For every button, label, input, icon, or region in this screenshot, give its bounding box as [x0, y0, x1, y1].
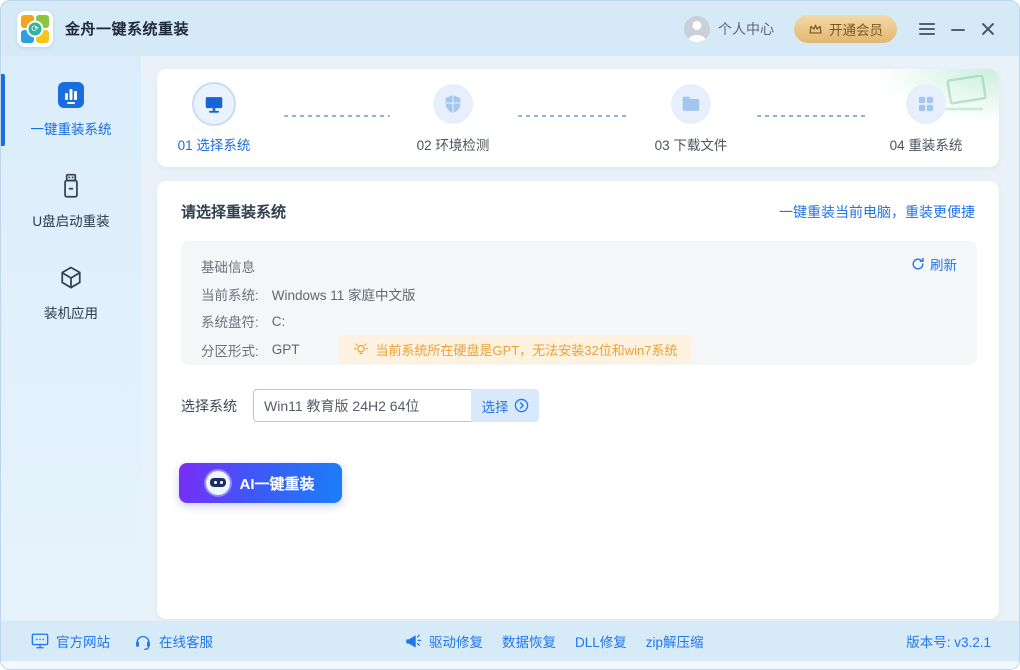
circle-arrow-icon	[514, 398, 528, 413]
logo-refresh-icon: ⟳	[26, 20, 44, 37]
ai-button-label: AI一键重装	[239, 475, 315, 493]
info-value: Windows 11 家庭中文版	[271, 288, 416, 303]
step-number: 04	[889, 138, 905, 153]
info-value: GPT	[271, 342, 300, 357]
footer-link-label: DLL修复	[575, 635, 627, 650]
step-number: 01	[177, 138, 193, 153]
step-env-check[interactable]: 02 环境检测	[393, 84, 513, 154]
footer-link-label: 在线客服	[159, 635, 213, 650]
step-connector	[757, 115, 867, 117]
warning-text: 当前系统所在硬盘是GPT，无法安装32位和win7系统	[375, 343, 678, 358]
select-button-label: 选择	[481, 399, 509, 415]
user-center-button[interactable]: 个人中心	[684, 15, 774, 42]
info-value: C:	[271, 313, 286, 329]
select-system-row: 选择系统 选择	[181, 389, 539, 422]
driver-repair-link[interactable]: 驱动修复	[404, 631, 483, 651]
dll-repair-link[interactable]: DLL修复	[575, 631, 627, 651]
system-select-panel: 请选择重装系统 一键重装当前电脑，重装更便捷 基础信息 刷新 当前系统: Win…	[157, 181, 999, 619]
step-download[interactable]: 03 下载文件	[631, 84, 751, 154]
select-button[interactable]: 选择	[471, 389, 539, 422]
sidebar-item-apps[interactable]: 装机应用	[1, 264, 141, 322]
official-site-link[interactable]: 官方网站	[31, 631, 110, 651]
close-icon[interactable]	[981, 22, 995, 36]
window-bottom-strip	[1, 661, 1019, 669]
refresh-icon	[912, 257, 924, 270]
refresh-button[interactable]: 刷新	[911, 254, 957, 274]
step-label: 下载文件	[673, 138, 728, 153]
step-connector	[518, 115, 628, 117]
vip-button[interactable]: 开通会员	[794, 14, 897, 43]
titlebar-right: 个人中心 开通会员	[684, 14, 995, 43]
titlebar: ⟳ 金舟一键系统重装 个人中心 开通会员	[1, 1, 1019, 56]
lamp-icon	[353, 343, 368, 354]
step-number: 03	[654, 138, 670, 153]
online-service-link[interactable]: 在线客服	[134, 631, 213, 651]
sidebar-item-usb-reinstall[interactable]: U盘启动重装	[1, 172, 141, 230]
sidebar: 一键重装系统 U盘启动重装 装机应用	[1, 56, 141, 621]
app-title: 金舟一键系统重装	[65, 21, 190, 38]
footer: 官方网站 在线客服 驱动修复 数据恢复 DLL修复 zip解压缩 版本号: v3…	[1, 621, 1019, 661]
zip-unzip-link[interactable]: zip解压缩	[646, 631, 704, 651]
footer-tool-links: 驱动修复 数据恢复 DLL修复 zip解压缩	[404, 621, 704, 661]
footer-left-links: 官方网站 在线客服	[31, 621, 213, 661]
user-center-label: 个人中心	[718, 20, 774, 37]
step-number: 02	[416, 138, 432, 153]
panel-subtitle: 一键重装当前电脑，重装更便捷	[779, 204, 975, 220]
warning-banner: 当前系统所在硬盘是GPT，无法安装32位和win7系统	[338, 335, 692, 364]
step-label: 环境检测	[435, 138, 490, 153]
headset-icon	[136, 635, 150, 650]
window-controls	[919, 21, 995, 37]
refresh-label: 刷新	[930, 258, 957, 273]
sidebar-item-label: U盘启动重装	[32, 214, 110, 229]
titlebar-left: ⟳ 金舟一键系统重装	[17, 10, 190, 47]
grid-icon	[918, 96, 934, 112]
app-logo-icon: ⟳	[17, 10, 53, 47]
version-label: 版本号: v3.2.1	[906, 635, 991, 650]
bar-chart-tile-icon	[58, 82, 84, 108]
footer-link-label: 数据恢复	[502, 635, 556, 650]
info-row-system-drive: 系统盘符: C:	[201, 311, 285, 331]
sidebar-item-one-key-reinstall[interactable]: 一键重装系统	[1, 74, 141, 146]
avatar	[684, 15, 710, 42]
crown-icon	[809, 24, 822, 34]
step-label: 重装系统	[908, 138, 963, 153]
info-title: 基础信息	[201, 260, 255, 275]
monitor-icon	[205, 97, 223, 113]
megaphone-icon	[406, 634, 422, 648]
info-label: 当前系统:	[201, 288, 259, 303]
info-label: 分区形式:	[201, 343, 259, 359]
app-window: ⟳ 金舟一键系统重装 个人中心 开通会员 一键重装系统 U盘启动重装 装机应用 …	[0, 0, 1020, 670]
step-label: 选择系统	[196, 138, 251, 153]
robot-icon	[206, 471, 231, 495]
footer-link-label: zip解压缩	[645, 635, 704, 650]
panel-title: 请选择重装系统	[181, 204, 287, 221]
data-recovery-link[interactable]: 数据恢复	[502, 631, 556, 651]
monitor-outline-icon	[31, 633, 49, 649]
shield-icon	[445, 95, 461, 113]
select-system-label: 选择系统	[181, 397, 237, 414]
menu-icon[interactable]	[919, 21, 935, 37]
usb-drive-icon	[64, 173, 78, 198]
active-indicator	[1, 74, 5, 146]
content-area: 01 选择系统 02 环境检测 03 下载文件 04 重装系统 请选择重装系统 …	[141, 56, 1019, 621]
minimize-icon[interactable]	[951, 22, 965, 36]
step-connector	[284, 115, 390, 117]
cube-icon	[61, 266, 81, 289]
sidebar-item-label: 一键重装系统	[30, 122, 112, 137]
info-label: 系统盘符:	[201, 315, 259, 330]
footer-link-label: 官方网站	[56, 635, 110, 650]
ai-reinstall-button[interactable]: AI一键重装	[179, 463, 342, 503]
sidebar-item-label: 装机应用	[44, 306, 98, 321]
system-input[interactable]	[253, 389, 471, 422]
steps-card: 01 选择系统 02 环境检测 03 下载文件 04 重装系统	[157, 69, 999, 167]
step-select-system[interactable]: 01 选择系统	[157, 84, 274, 154]
vip-label: 开通会员	[829, 22, 883, 38]
footer-link-label: 驱动修复	[429, 635, 483, 650]
basic-info-box: 基础信息 刷新 当前系统: Windows 11 家庭中文版 系统盘符: C:	[181, 241, 977, 365]
folder-icon	[682, 96, 700, 111]
info-row-partition: 分区形式: GPT 当前系统所在硬盘是GPT，无法安装32位和win7系统	[201, 335, 692, 364]
info-row-current-system: 当前系统: Windows 11 家庭中文版	[201, 284, 416, 304]
step-reinstall[interactable]: 04 重装系统	[866, 84, 986, 154]
